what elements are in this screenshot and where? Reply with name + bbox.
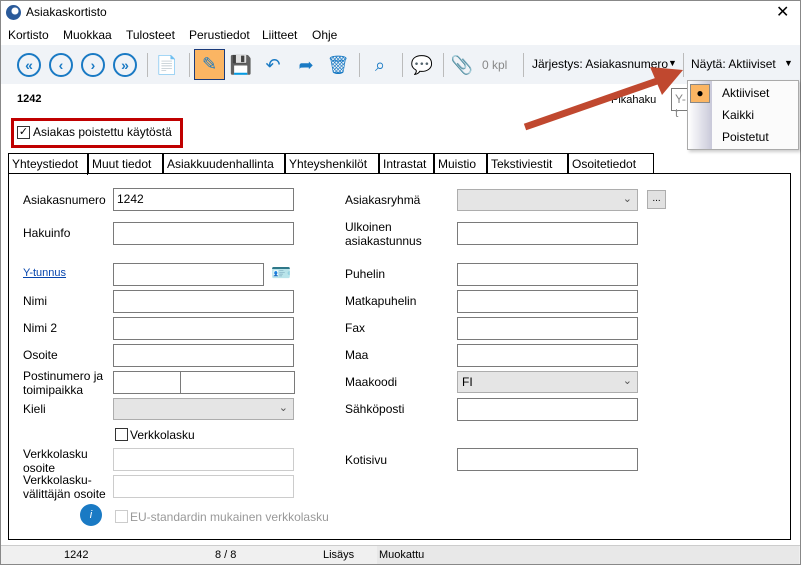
status-position: 8 / 8 — [215, 549, 237, 561]
edit-button[interactable]: ✎ — [194, 49, 225, 80]
undo-button[interactable]: ↶ — [259, 51, 287, 79]
puhelin-input[interactable] — [457, 263, 638, 286]
matkapuhelin-label: Matkapuhelin — [345, 294, 417, 308]
asiakasnumero-label: Asiakasnumero — [23, 193, 106, 207]
matkapuhelin-input[interactable] — [457, 290, 638, 313]
chevron-down-icon: ⌄ — [622, 193, 632, 205]
status-state: Muokattu — [379, 549, 425, 561]
previous-record-button[interactable]: ‹ — [47, 51, 75, 79]
show-option-kaikki[interactable]: Kaikki — [722, 108, 754, 122]
postinumero-label: Postinumero ja toimipaikka — [23, 369, 104, 397]
tab-muut-tiedot[interactable]: Muut tiedot — [88, 153, 163, 174]
chevron-down-icon: ⌄ — [622, 375, 632, 387]
show-option-poistetut[interactable]: Poistetut — [722, 130, 769, 144]
menu-perustiedot[interactable]: Perustiedot — [189, 28, 250, 42]
nimi2-input[interactable] — [113, 317, 294, 340]
fax-input[interactable] — [457, 317, 638, 340]
menu-muokkaa[interactable]: Muokkaa — [63, 28, 112, 42]
fax-label: Fax — [345, 321, 366, 335]
send-button[interactable]: ➦ — [292, 51, 320, 79]
show-dropdown[interactable]: Näytä: Aktiiviset — [691, 57, 776, 71]
tab-tekstiviestit[interactable]: Tekstiviestit — [487, 153, 568, 174]
nimi-input[interactable] — [113, 290, 294, 313]
asiakasnumero-input[interactable]: 1242 — [113, 188, 294, 211]
delete-button[interactable]: 🗑 — [324, 51, 352, 79]
sahkoposti-label: Sähköposti — [345, 402, 405, 416]
menu-bar: Kortisto Muokkaa Tulosteet Perustiedot L… — [1, 26, 800, 46]
chevron-down-icon: ⌄ — [278, 402, 288, 414]
maakoodi-select[interactable]: FI ⌄ — [457, 371, 638, 393]
nimi2-label: Nimi 2 — [23, 321, 58, 335]
selected-bullet-icon: ● — [690, 84, 710, 103]
verkkolasku-osoite-input[interactable] — [113, 448, 294, 471]
last-record-button[interactable]: » — [111, 51, 139, 79]
id-card-lookup-icon[interactable]: 🪪 — [271, 263, 293, 283]
ytunnus-input[interactable] — [113, 263, 264, 286]
tab-yhteystiedot[interactable]: Yhteystiedot — [8, 153, 88, 175]
deleted-checkbox[interactable]: ✓ — [17, 126, 30, 139]
asiakasryhma-select[interactable]: ⌄ — [457, 189, 638, 211]
asiakasryhma-browse-button[interactable]: ... — [647, 190, 666, 209]
valittaja-input[interactable] — [113, 475, 294, 498]
tab-intrastat[interactable]: Intrastat — [379, 153, 434, 174]
comment-button[interactable]: 💬 — [408, 51, 436, 79]
menu-ohje[interactable]: Ohje — [312, 28, 337, 42]
close-button[interactable]: ✕ — [776, 2, 789, 22]
tab-yhteyshenkilot[interactable]: Yhteyshenkilöt — [285, 153, 379, 174]
ytunnus-link[interactable]: Y-tunnus — [23, 266, 66, 280]
sahkoposti-input[interactable] — [457, 398, 638, 421]
info-icon[interactable]: i — [80, 504, 102, 526]
maa-label: Maa — [345, 348, 369, 362]
verkkolasku-checkbox[interactable] — [115, 428, 128, 441]
attachment-count: 0 kpl — [482, 58, 508, 72]
status-mode: Lisäys — [323, 549, 355, 561]
show-option-aktiiviset[interactable]: Aktiiviset — [722, 86, 769, 100]
hakuinfo-label: Hakuinfo — [23, 226, 71, 240]
save-button[interactable]: 💾 — [227, 51, 255, 79]
first-record-button[interactable]: « — [15, 51, 43, 79]
annotation-arrow — [523, 67, 683, 131]
hakuinfo-input[interactable] — [113, 222, 294, 245]
attachment-icon[interactable]: 📎 — [448, 51, 476, 79]
verkkolasku-label: Verkkolasku — [130, 428, 195, 442]
valittaja-label: Verkkolasku-välittäjän osoite — [23, 473, 106, 501]
show-chevron-icon: ▼ — [784, 58, 793, 68]
menu-liitteet[interactable]: Liitteet — [262, 28, 297, 42]
puhelin-label: Puhelin — [345, 267, 386, 281]
kotisivu-label: Kotisivu — [345, 453, 388, 467]
menu-kortisto[interactable]: Kortisto — [8, 28, 49, 42]
toimipaikka-input[interactable] — [180, 371, 295, 394]
next-record-button[interactable]: › — [79, 51, 107, 79]
record-id: 1242 — [17, 93, 42, 105]
ulkoinen-input[interactable] — [457, 222, 638, 245]
osoite-input[interactable] — [113, 344, 294, 367]
asiakasryhma-label: Asiakasryhmä — [345, 193, 421, 207]
maakoodi-label: Maakoodi — [345, 375, 398, 389]
kieli-label: Kieli — [23, 402, 46, 416]
eu-checkbox[interactable] — [115, 510, 128, 523]
app-logo-icon — [6, 5, 21, 20]
kotisivu-input[interactable] — [457, 448, 638, 471]
menu-tulosteet[interactable]: Tulosteet — [126, 28, 175, 42]
eu-label: EU-standardin mukainen verkkolasku — [130, 510, 329, 524]
osoite-label: Osoite — [23, 348, 58, 362]
tab-muistio[interactable]: Muistio — [434, 153, 487, 174]
show-menu: ● Aktiiviset Kaikki Poistetut — [687, 80, 799, 150]
tab-asiakkuudenhallinta[interactable]: Asiakkuudenhallinta — [163, 153, 285, 174]
kieli-select[interactable]: ⌄ — [113, 398, 294, 420]
status-bar: 1242 8 / 8 Lisäys Muokattu — [1, 545, 800, 564]
verkkolasku-osoite-label: Verkkolasku osoite — [23, 447, 88, 475]
deleted-checkbox-label: Asiakas poistettu käytöstä — [33, 125, 172, 139]
ulkoinen-label: Ulkoinen asiakastunnus — [345, 220, 422, 248]
postinumero-input[interactable] — [113, 371, 181, 394]
tab-osoitetiedot[interactable]: Osoitetiedot — [568, 153, 654, 174]
new-record-button[interactable]: 📄 — [153, 51, 181, 79]
window-title: Asiakaskortisto — [26, 5, 107, 19]
maa-input[interactable] — [457, 344, 638, 367]
search-button[interactable]: ⌕ — [366, 51, 394, 79]
status-id: 1242 — [64, 549, 89, 561]
nimi-label: Nimi — [23, 294, 47, 308]
